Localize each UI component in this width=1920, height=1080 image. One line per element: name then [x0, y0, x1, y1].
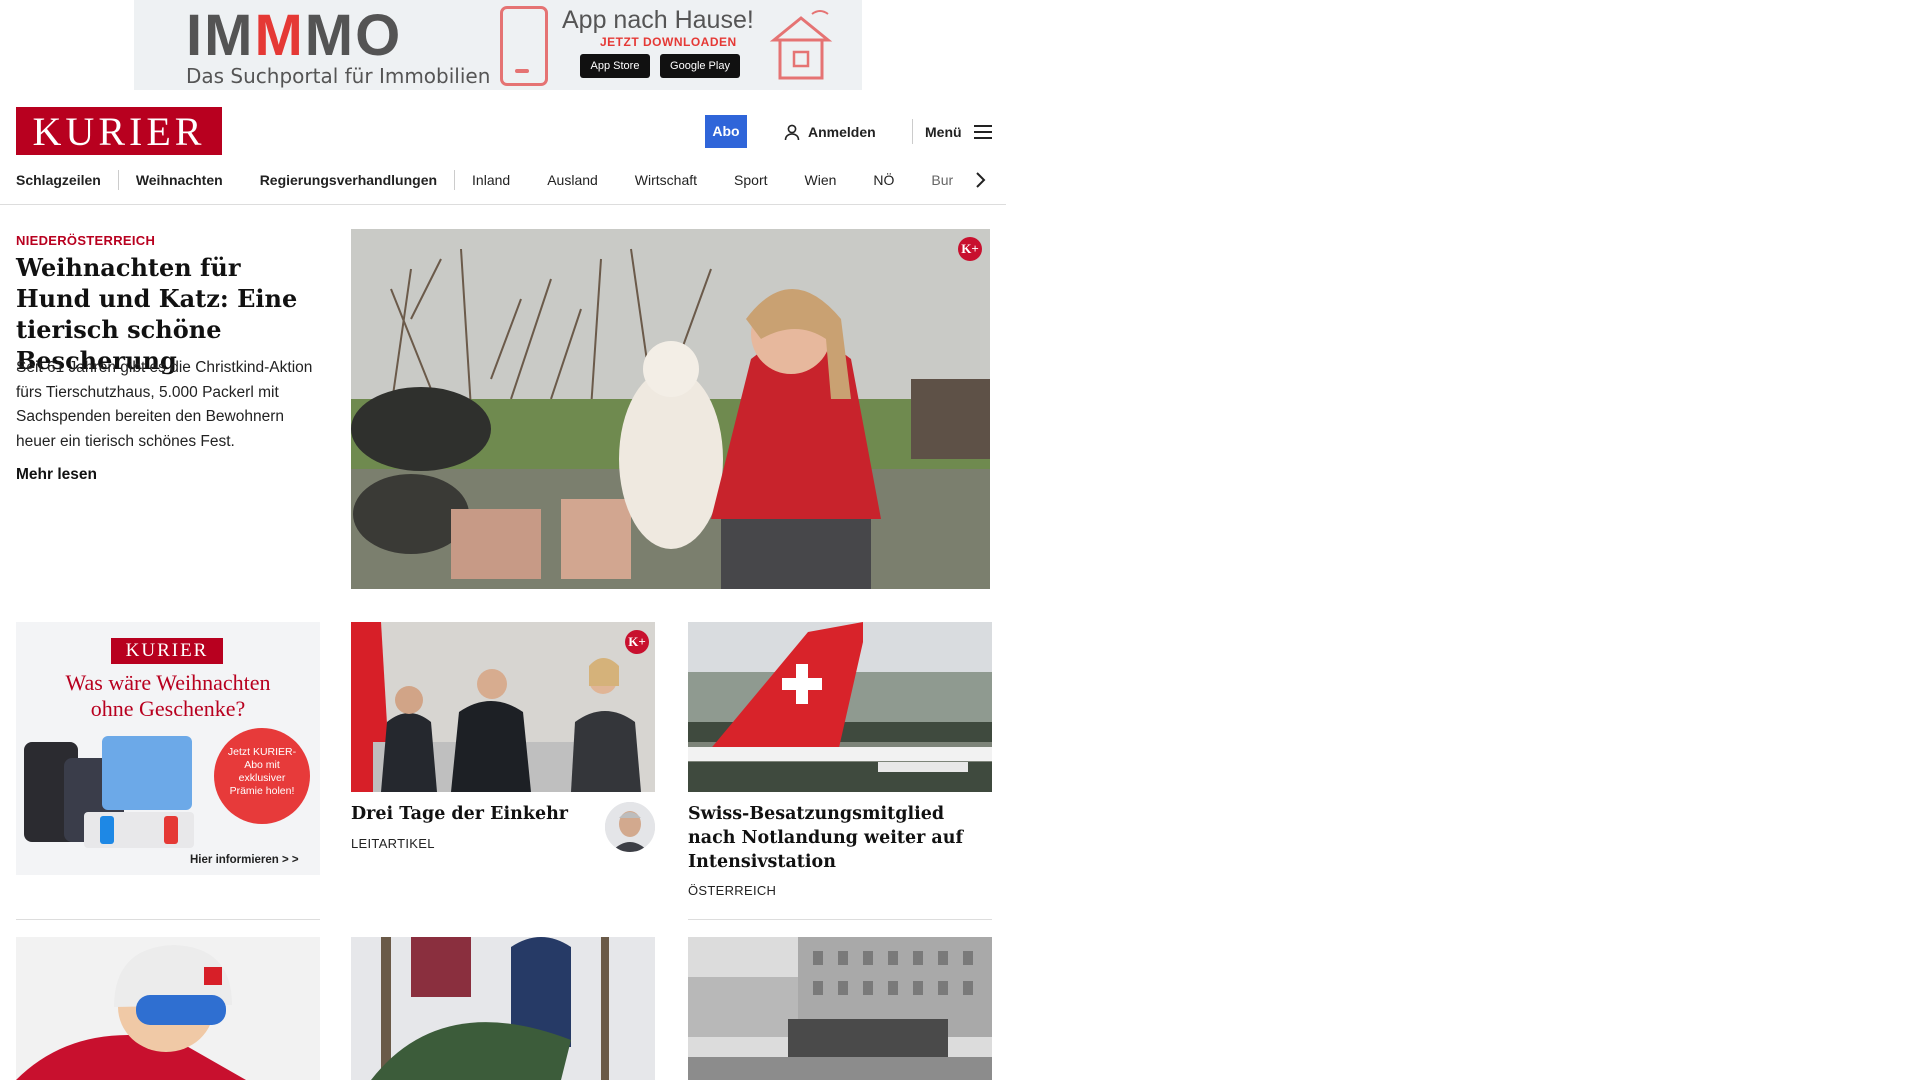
- login-label: Anmelden: [808, 124, 876, 140]
- lead-kicker[interactable]: NIEDERÖSTERREICH: [16, 233, 155, 248]
- user-icon: [784, 124, 800, 140]
- devices-illustration: [24, 732, 199, 852]
- nav-scroll-right-button[interactable]: [972, 168, 992, 192]
- promo-headline: Was wäre Weihnachten ohne Geschenke?: [65, 670, 271, 721]
- nav-bottom-border: [0, 204, 1006, 205]
- nav-item-wien[interactable]: Wien: [805, 172, 837, 188]
- nav-divider: [117, 170, 119, 190]
- kplus-badge: K+: [625, 630, 649, 654]
- hamburger-icon: [973, 125, 992, 139]
- row-divider: [688, 919, 992, 920]
- card-image[interactable]: [688, 622, 992, 792]
- ad-logo: IMMMO: [186, 3, 403, 68]
- nav-item-regierungsverhandlungen[interactable]: Regierungsverhandlungen: [260, 172, 437, 188]
- phone-icon: [500, 6, 548, 86]
- card-title[interactable]: Drei Tage der Einkehr: [351, 802, 581, 826]
- nav-item-burgenland[interactable]: Bur: [931, 172, 953, 188]
- lead-image[interactable]: K+: [351, 229, 990, 589]
- card-photo-christmas-tree: [351, 937, 655, 1080]
- kplus-badge: K+: [958, 237, 982, 261]
- card-photo-historic-tram: [688, 937, 992, 1080]
- nav-item-sport[interactable]: Sport: [734, 172, 767, 188]
- app-store-badge[interactable]: App Store: [580, 54, 650, 78]
- card-image[interactable]: [351, 937, 655, 1080]
- house-icon: [769, 10, 833, 80]
- nav-divider: [454, 170, 456, 190]
- nav-item-inland[interactable]: Inland: [472, 172, 510, 188]
- nav-item-schlagzeilen[interactable]: Schlagzeilen: [16, 172, 101, 188]
- card-image[interactable]: [688, 937, 992, 1080]
- nav-item-weihnachten[interactable]: Weihnachten: [136, 172, 223, 188]
- card-image[interactable]: K+: [351, 622, 655, 792]
- lead-photo: [351, 229, 990, 589]
- header-divider: [912, 119, 913, 144]
- kurier-logo[interactable]: KURIER: [16, 107, 222, 155]
- author-portrait: [605, 802, 655, 852]
- ad-banner[interactable]: IMMMO Das Suchportal für Immobilien App …: [134, 0, 862, 90]
- promo-logo: KURIER: [111, 638, 223, 664]
- menu-button[interactable]: Menü: [925, 120, 992, 144]
- card-tag[interactable]: LEITARTIKEL: [351, 836, 435, 851]
- row-divider: [16, 919, 320, 920]
- lead-teaser: Seit 61 Jahren gibt es die Christkind-Ak…: [16, 359, 313, 450]
- ad-cta: JETZT DOWNLOADEN: [600, 35, 737, 49]
- author-avatar: [605, 802, 655, 852]
- nav-item-noe[interactable]: NÖ: [873, 172, 894, 188]
- promo-card[interactable]: KURIER Was wäre Weihnachten ohne Geschen…: [16, 622, 320, 875]
- login-button[interactable]: Anmelden: [784, 120, 876, 144]
- abo-button[interactable]: Abo: [705, 115, 747, 148]
- card-title[interactable]: Swiss-Besatzungsmitglied nach Notlandung…: [688, 802, 992, 874]
- card-image[interactable]: [16, 937, 320, 1080]
- menu-label: Menü: [925, 124, 962, 140]
- card-photo-skier: [16, 937, 320, 1080]
- section-nav: Schlagzeilen Weihnachten Regierungsverha…: [16, 166, 996, 194]
- card-photo-swiss-plane: [688, 622, 992, 792]
- nav-item-ausland[interactable]: Ausland: [547, 172, 598, 188]
- read-more-link[interactable]: Mehr lesen: [16, 466, 97, 484]
- ad-tagline: Das Suchportal für Immobilien: [186, 64, 491, 88]
- chevron-right-icon: [976, 172, 986, 188]
- google-play-badge[interactable]: Google Play: [660, 54, 740, 78]
- promo-cta[interactable]: Hier informieren > >: [190, 854, 299, 866]
- card-photo-politicians: [351, 622, 655, 792]
- promo-bubble-text: Jetzt KURIER-Abo mit exklusiver Prämie h…: [227, 746, 297, 797]
- card-tag[interactable]: ÖSTERREICH: [688, 883, 776, 898]
- nav-item-wirtschaft[interactable]: Wirtschaft: [635, 172, 697, 188]
- ad-headline: App nach Hause!: [562, 6, 754, 34]
